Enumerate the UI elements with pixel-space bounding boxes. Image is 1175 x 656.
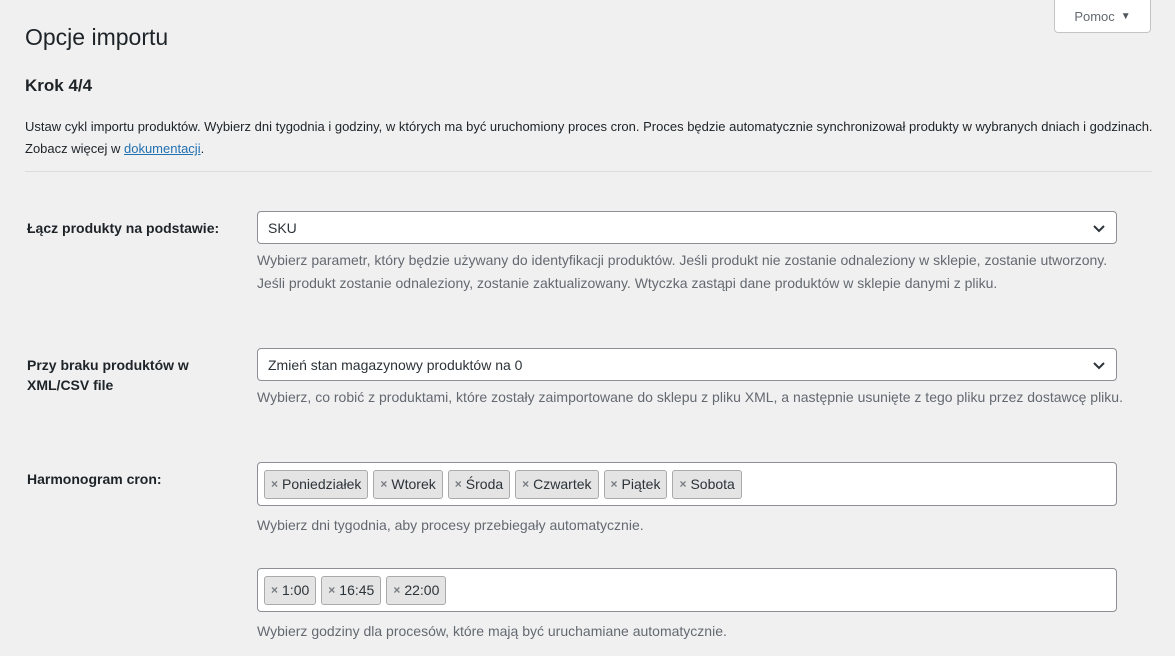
remove-tag-icon[interactable]: × bbox=[679, 477, 686, 491]
match-products-description: Wybierz parametr, który będzie używany d… bbox=[257, 252, 1108, 291]
remove-tag-icon[interactable]: × bbox=[455, 477, 462, 491]
remove-tag-icon[interactable]: × bbox=[611, 477, 618, 491]
documentation-link[interactable]: dokumentacji bbox=[124, 141, 201, 156]
hour-tag-label: 16:45 bbox=[339, 582, 375, 598]
intro-text: Ustaw cykl importu produktów. Wybierz dn… bbox=[25, 116, 1155, 160]
cron-schedule-label: Harmonogram cron: bbox=[27, 471, 162, 487]
remove-tag-icon[interactable]: × bbox=[271, 583, 278, 597]
step-title: Krok 4/4 bbox=[25, 76, 93, 95]
hour-tag-label: 1:00 bbox=[282, 582, 310, 598]
day-tag-label: Wtorek bbox=[391, 476, 436, 492]
page-title: Opcje importu bbox=[25, 24, 169, 50]
chevron-down-icon bbox=[1093, 362, 1105, 370]
day-tag: × Wtorek bbox=[373, 469, 443, 499]
day-tag: × Czwartek bbox=[515, 469, 599, 499]
match-products-value: SKU bbox=[268, 219, 297, 236]
missing-products-description: Wybierz, co robić z produktami, które zo… bbox=[257, 389, 1123, 405]
day-tag: × Poniedziałek bbox=[264, 469, 369, 499]
match-products-label: Łącz produkty na podstawie: bbox=[27, 220, 220, 236]
day-tag-label: Piątek bbox=[621, 476, 661, 492]
caret-down-icon: ▼ bbox=[1120, 10, 1131, 22]
remove-tag-icon[interactable]: × bbox=[522, 477, 529, 491]
missing-products-select[interactable]: Zmień stan magazynowy produktów na 0 bbox=[257, 348, 1117, 381]
hour-tag: × 1:00 bbox=[264, 575, 317, 605]
cron-days-description: Wybierz dni tygodnia, aby procesy przebi… bbox=[257, 517, 644, 533]
hour-tag-label: 22:00 bbox=[404, 582, 440, 598]
cron-hours-description: Wybierz godziny dla procesów, które mają… bbox=[257, 623, 727, 639]
divider bbox=[25, 171, 1152, 172]
missing-products-value: Zmień stan magazynowy produktów na 0 bbox=[268, 356, 523, 373]
match-products-select[interactable]: SKU bbox=[257, 211, 1117, 244]
day-tag-label: Sobota bbox=[690, 476, 735, 492]
day-tag: × Środa bbox=[447, 469, 511, 499]
remove-tag-icon[interactable]: × bbox=[380, 477, 387, 491]
remove-tag-icon[interactable]: × bbox=[271, 477, 278, 491]
hour-tag: × 16:45 bbox=[321, 575, 382, 605]
help-tab-button[interactable]: Pomoc ▼ bbox=[1054, 0, 1151, 33]
intro-end: . bbox=[200, 141, 205, 156]
cron-hours-multiselect[interactable]: × 1:00 × 16:45 × 22:00 bbox=[257, 568, 1117, 612]
chevron-down-icon bbox=[1093, 225, 1105, 233]
cron-days-multiselect[interactable]: × Poniedziałek × Wtorek × Środa × Czwartek ×… bbox=[257, 462, 1117, 506]
day-tag: × Sobota bbox=[672, 469, 742, 499]
day-tag-label: Czwartek bbox=[533, 476, 592, 492]
missing-products-label: Przy braku produktów w XML/CSV file bbox=[27, 357, 189, 393]
day-tag: × Piątek bbox=[603, 469, 668, 499]
hour-tag: × 22:00 bbox=[386, 575, 447, 605]
remove-tag-icon[interactable]: × bbox=[393, 583, 400, 597]
day-tag-label: Środa bbox=[465, 476, 504, 492]
remove-tag-icon[interactable]: × bbox=[328, 583, 335, 597]
day-tag-label: Poniedziałek bbox=[282, 476, 362, 492]
help-tab-label: Pomoc bbox=[1074, 8, 1115, 24]
